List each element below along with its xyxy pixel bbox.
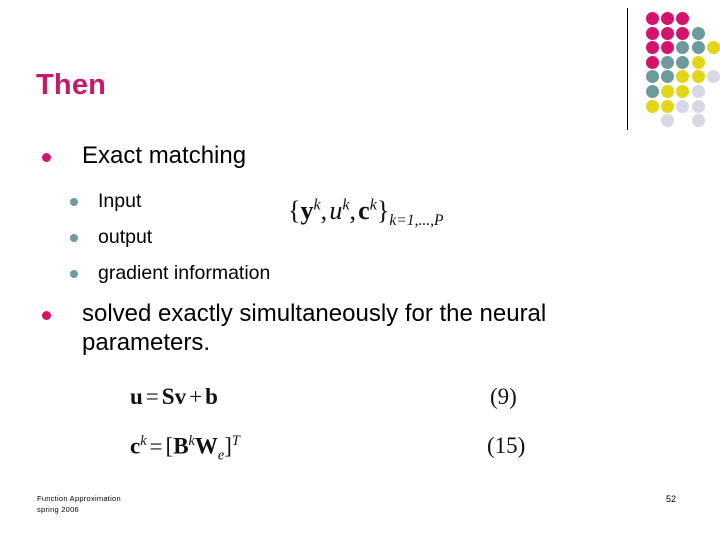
math-bracket-close: ] xyxy=(224,433,232,459)
math-equals: = xyxy=(145,384,159,409)
math-matrix-b: B xyxy=(173,433,189,459)
math-vector-y: y xyxy=(300,196,314,225)
math-matrix-s: S xyxy=(161,384,175,409)
math-vector-b: b xyxy=(205,384,218,409)
math-superscript-k: k xyxy=(140,433,147,449)
math-equation-15: ck = [BkWe]T xyxy=(130,433,240,464)
bullet-marker-level2-icon xyxy=(70,270,78,278)
math-equals: = xyxy=(149,433,163,459)
math-equation-15-number: (15) xyxy=(487,433,526,458)
math-vector-c: c xyxy=(358,196,370,225)
math-plus: + xyxy=(189,384,203,409)
slide-body: Exact matching Input output gradient inf… xyxy=(0,0,720,540)
math-equation-9-number: (9) xyxy=(490,384,517,409)
bullet-marker-level1-icon xyxy=(42,311,51,320)
bullet-solved-exactly-label: solved exactly simultaneously for the ne… xyxy=(82,300,547,357)
math-matrix-w: W xyxy=(194,433,218,459)
math-dataset-set: {yk, uk, ck}k=1,...,P xyxy=(288,196,444,230)
math-close-brace: } xyxy=(376,196,390,225)
math-vector-u-lhs: u xyxy=(130,384,143,409)
math-vector-u: u xyxy=(329,196,343,225)
math-comma: , xyxy=(320,196,328,225)
math-subscript-range: k=1,...,P xyxy=(389,212,444,230)
math-vector-v: v xyxy=(174,384,187,409)
math-superscript-transpose: T xyxy=(231,433,240,449)
bullet-marker-level2-icon xyxy=(70,234,78,242)
bullet-exact-matching-label: Exact matching xyxy=(82,142,247,169)
slide-footer: Function Approximation spring 2006 xyxy=(37,494,121,516)
bullet-solved-exactly: solved exactly simultaneously for the ne… xyxy=(36,299,672,358)
math-superscript-k: k xyxy=(313,196,321,214)
bullet-marker-level1-icon xyxy=(42,153,51,162)
bullet-marker-level2-icon xyxy=(70,198,78,206)
slide-page-number: 52 xyxy=(666,494,677,504)
bullet-exact-matching: Exact matching xyxy=(36,141,676,170)
math-open-brace: { xyxy=(288,196,301,225)
footer-term: spring 2006 xyxy=(37,504,79,514)
slide-canvas: Then Exact matching Input output gradien… xyxy=(0,0,720,540)
sub-bullet-gradient-information-label: gradient information xyxy=(98,262,271,284)
math-equation-9: u = Sv + b xyxy=(130,384,218,410)
math-superscript-k: k xyxy=(369,196,377,214)
math-vector-c-lhs: c xyxy=(130,433,141,459)
sub-bullet-gradient-information: gradient information xyxy=(64,261,364,285)
math-comma: , xyxy=(349,196,356,225)
footer-course-title: Function Approximation xyxy=(37,494,121,503)
